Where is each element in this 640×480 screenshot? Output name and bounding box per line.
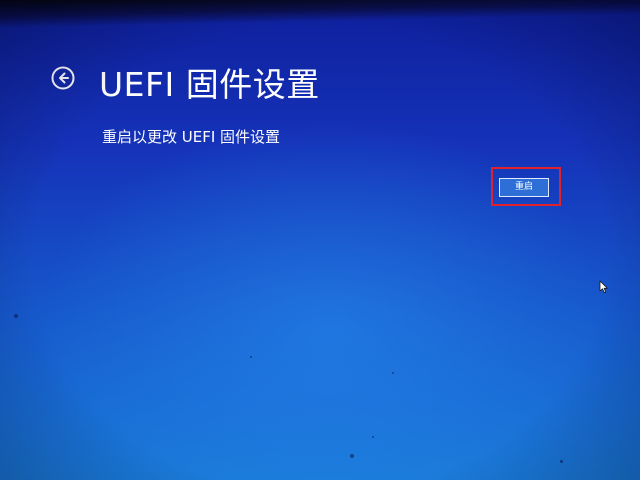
screen-speck bbox=[350, 454, 354, 458]
screen-speck bbox=[372, 436, 374, 438]
screen-vignette bbox=[0, 0, 640, 480]
screen-speck bbox=[250, 356, 252, 358]
mouse-pointer-icon bbox=[599, 280, 609, 294]
uefi-settings-screen: UEFI 固件设置 重启以更改 UEFI 固件设置 重启 bbox=[0, 0, 640, 480]
screen-speck bbox=[14, 314, 18, 318]
page-title: UEFI 固件设置 bbox=[99, 65, 320, 104]
arrow-left-circle-icon bbox=[51, 66, 75, 90]
screen-speck bbox=[392, 372, 394, 374]
back-button[interactable] bbox=[51, 66, 75, 90]
restart-button[interactable]: 重启 bbox=[499, 178, 549, 197]
restart-description: 重启以更改 UEFI 固件设置 bbox=[102, 128, 281, 146]
monitor-bezel-shadow bbox=[0, 0, 640, 29]
screen-speck bbox=[560, 460, 563, 463]
